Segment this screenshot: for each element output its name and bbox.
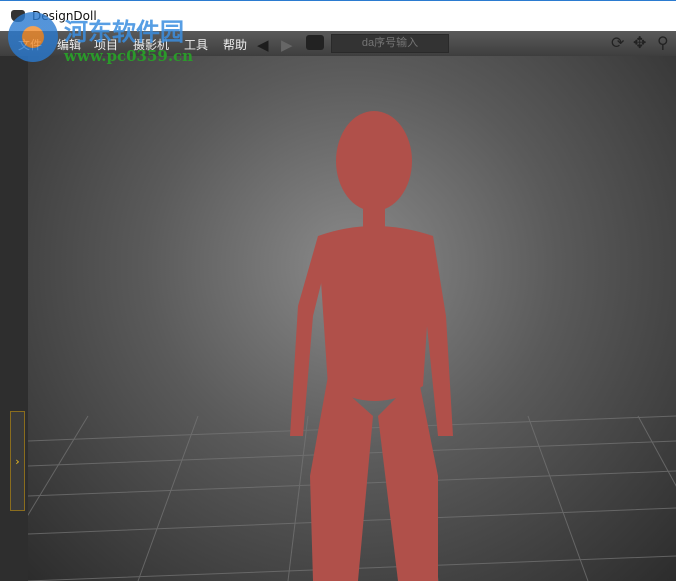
undo-arrow-icon[interactable]: ◀ [257, 36, 269, 54]
watermark-url: www.pc0359.cn [64, 47, 194, 65]
rotate-icon[interactable]: ⟳ [611, 33, 624, 52]
side-panel: › [0, 56, 29, 581]
3d-viewport[interactable] [28, 56, 676, 581]
floor-grid [28, 111, 676, 581]
watermark-logo [8, 12, 58, 62]
zoom-icon[interactable]: ⚲ [657, 33, 669, 52]
watermark-name: 河东软件园 [64, 18, 184, 46]
camera-icon[interactable] [306, 35, 324, 50]
move-icon[interactable]: ✥ [633, 33, 646, 52]
redo-arrow-icon[interactable]: ▶ [281, 36, 293, 54]
serial-input[interactable] [331, 34, 449, 53]
menu-help[interactable]: 帮助 [223, 36, 247, 53]
doll-figure [290, 111, 453, 581]
expand-panel-chevron-icon[interactable]: › [10, 411, 25, 511]
